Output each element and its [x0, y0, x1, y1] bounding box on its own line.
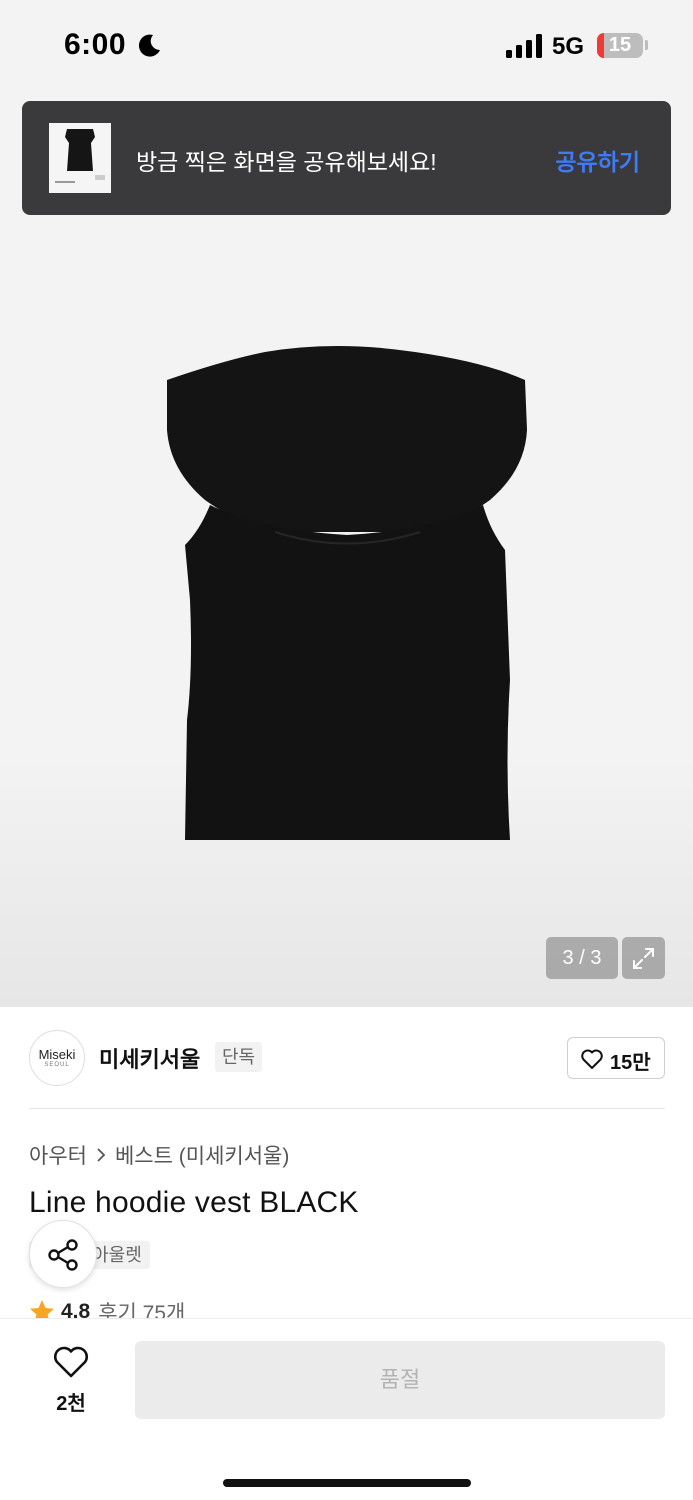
- expand-icon: [633, 948, 654, 969]
- wishlist-count: 2천: [56, 1393, 86, 1415]
- share-button[interactable]: [29, 1220, 97, 1288]
- product-image: [167, 346, 527, 840]
- share-screenshot-toast: 방금 찍은 화면을 공유해보세요! 공유하기: [22, 101, 671, 215]
- breadcrumb: 아우터 베스트 (미세키서울): [29, 1140, 289, 1170]
- brand-name-link[interactable]: 미세키서울: [99, 1042, 200, 1074]
- battery-percent: 15: [608, 34, 632, 56]
- heart-outline-icon: [581, 1049, 603, 1069]
- status-time: 6:00: [64, 28, 127, 61]
- bottom-action-bar: 2천 품절: [0, 1318, 693, 1500]
- brand-like-count: 15만: [610, 1052, 651, 1074]
- breadcrumb-category[interactable]: 아우터: [29, 1140, 87, 1170]
- expand-image-button[interactable]: [622, 937, 665, 979]
- brand-logo-subtext: SEOUL: [44, 1062, 70, 1068]
- share-icon: [48, 1239, 78, 1271]
- brand-exclusive-badge: 단독: [215, 1042, 263, 1072]
- brand-like-button[interactable]: 15만: [567, 1037, 665, 1079]
- product-detail-page: 6:00 5G 15 방금 찍은 화면을 공유해보세요! 공유하기 3 / 3: [0, 0, 693, 1500]
- home-indicator: [223, 1479, 471, 1487]
- status-bar: 6:00 5G 15: [0, 0, 693, 92]
- section-divider: [29, 1108, 665, 1109]
- moon-icon: [138, 34, 160, 57]
- heart-outline-icon: [54, 1346, 88, 1378]
- image-counter: 3 / 3: [546, 937, 618, 979]
- signal-icon: [506, 34, 542, 58]
- network-label: 5G: [552, 33, 585, 60]
- screenshot-thumbnail[interactable]: [49, 123, 111, 193]
- toast-message: 방금 찍은 화면을 공유해보세요!: [136, 149, 437, 175]
- battery-cap: [645, 40, 648, 50]
- chevron-right-icon: [97, 1148, 106, 1162]
- battery-icon: 15: [597, 33, 643, 58]
- brand-logo-text: Miseki: [38, 1047, 76, 1062]
- sold-out-button[interactable]: 품절: [135, 1341, 665, 1419]
- share-now-button[interactable]: 공유하기: [555, 143, 640, 177]
- breadcrumb-subcategory[interactable]: 베스트 (미세키서울): [115, 1140, 289, 1170]
- product-title: Line hoodie vest BLACK: [29, 1186, 359, 1219]
- brand-logo[interactable]: Miseki SEOUL: [29, 1030, 85, 1086]
- wishlist-button[interactable]: 2천: [36, 1345, 106, 1415]
